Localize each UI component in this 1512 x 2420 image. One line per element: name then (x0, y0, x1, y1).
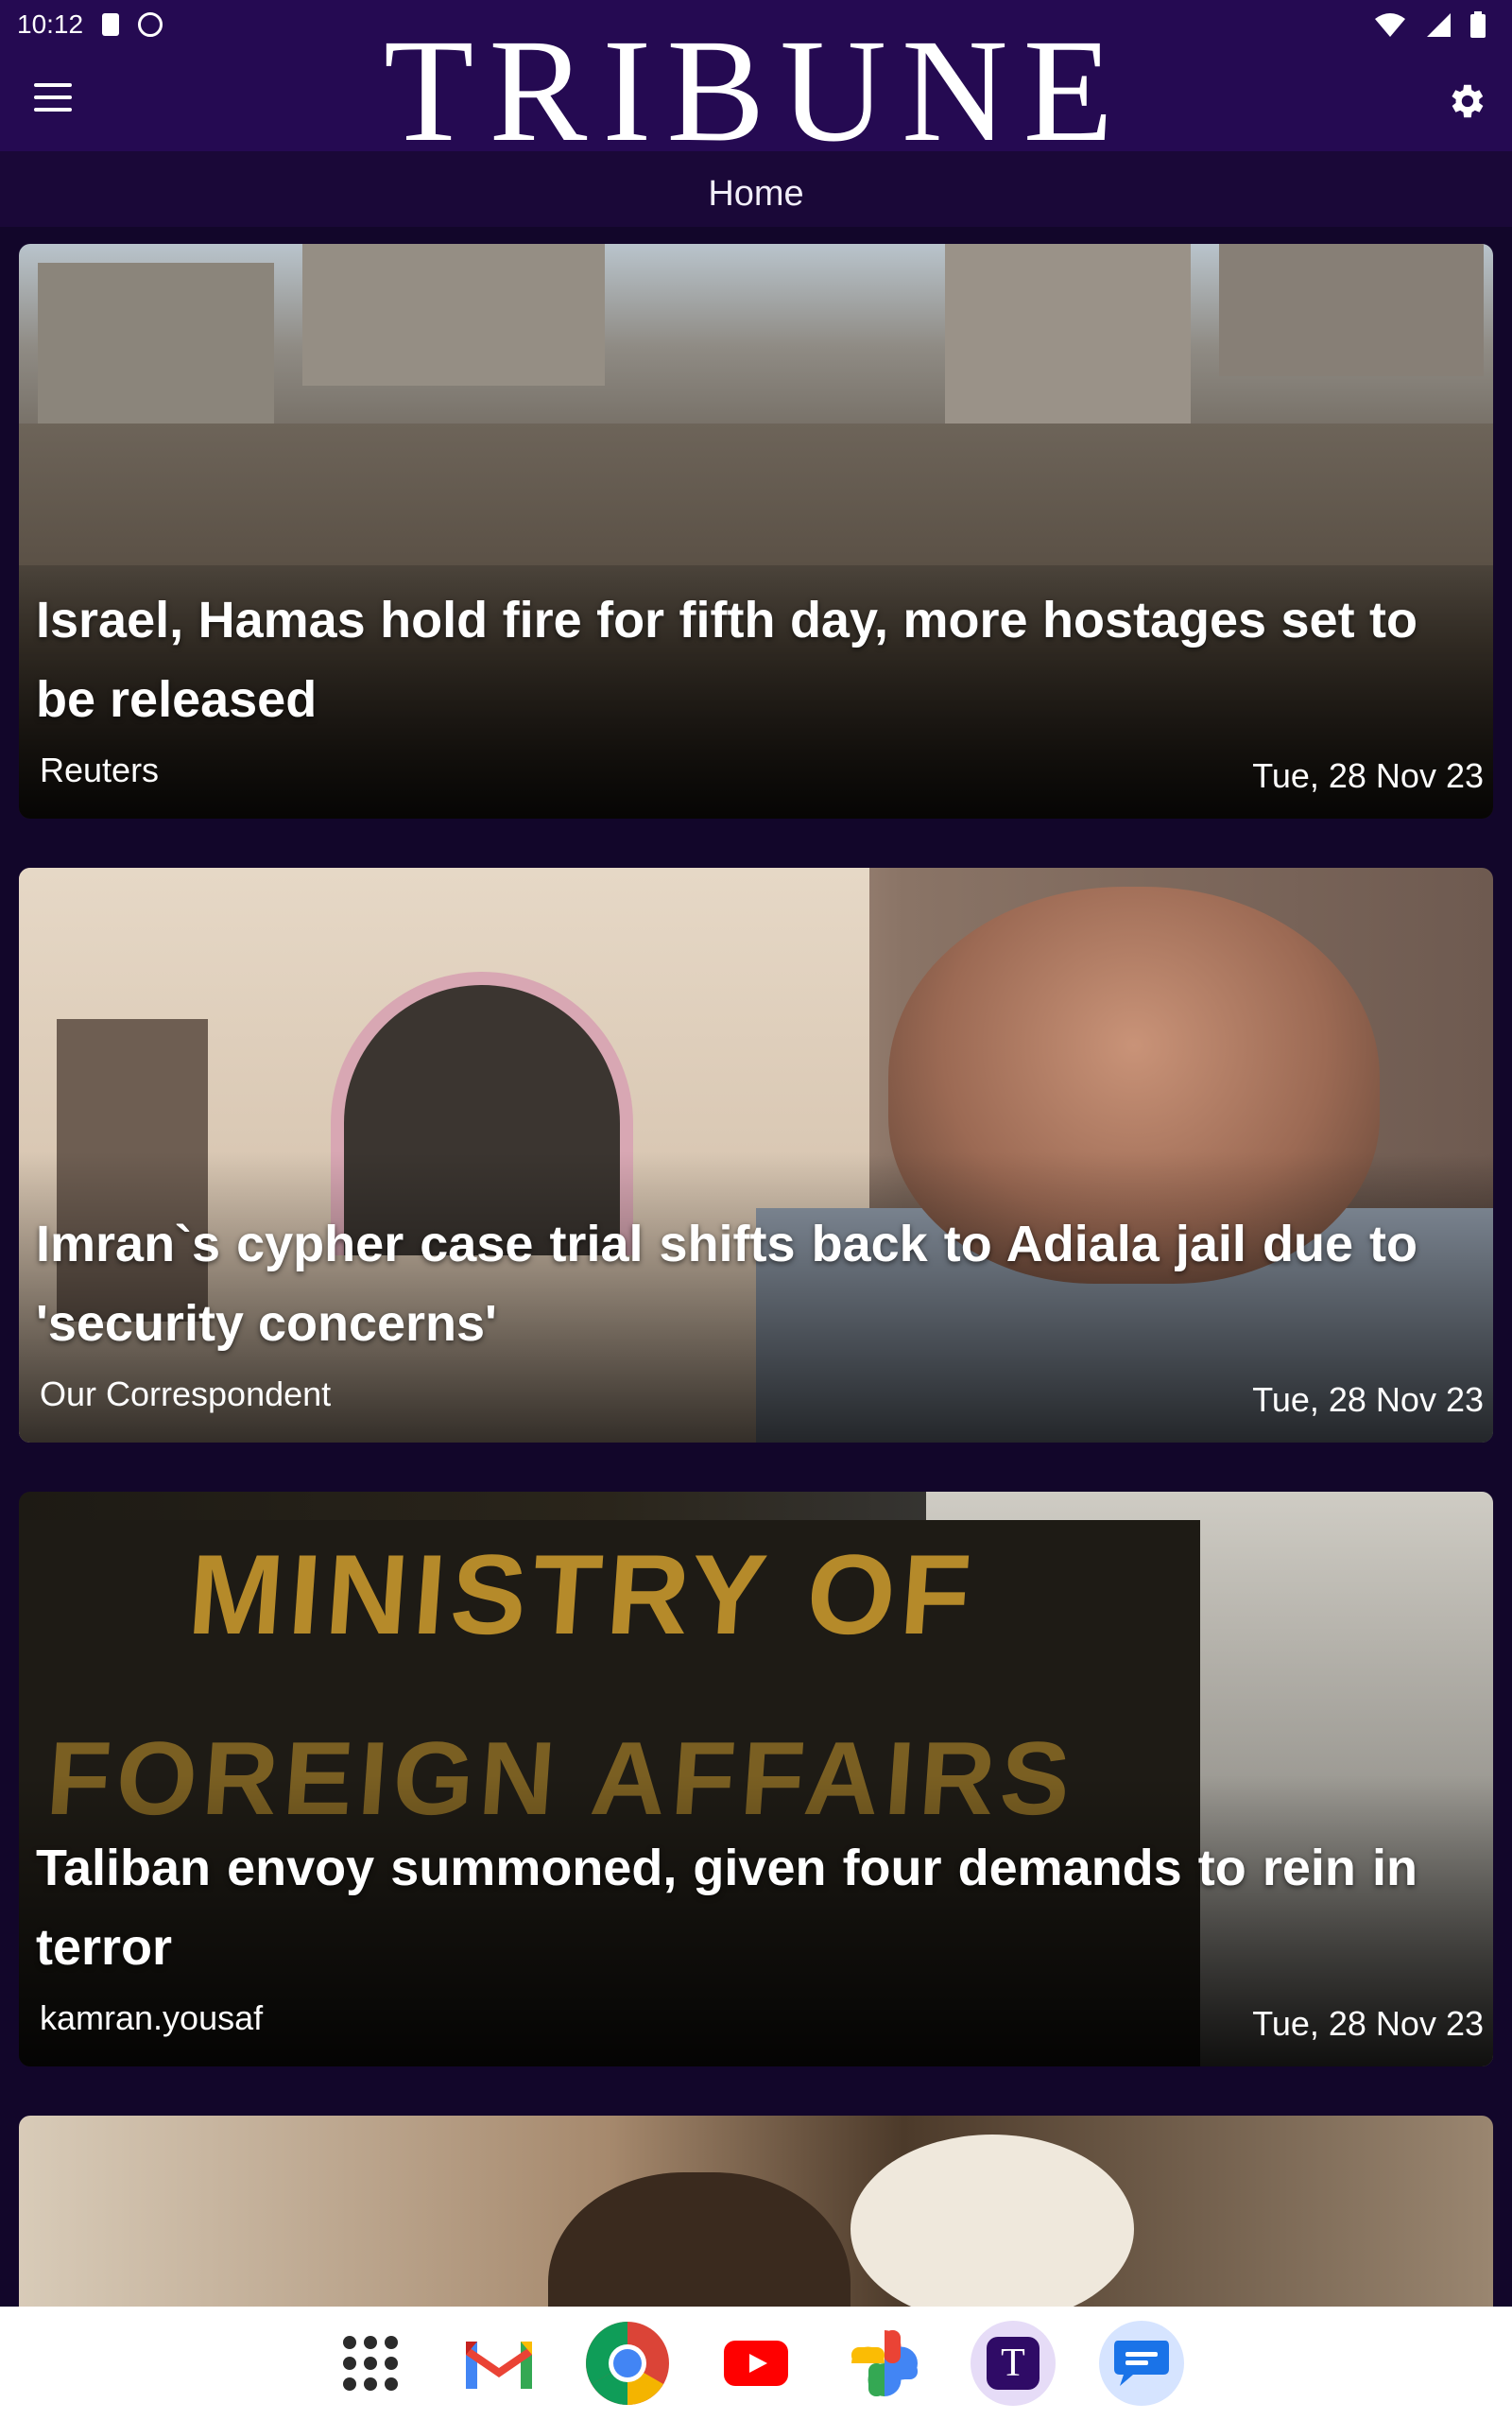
building-shape (1219, 244, 1484, 376)
cap-shape (850, 2135, 1134, 2324)
status-bar: 10:12 (0, 0, 1512, 49)
messages-icon (1114, 2341, 1169, 2386)
signal-icon (1427, 13, 1451, 37)
tribune-app-button[interactable]: T (971, 2321, 1056, 2406)
assistant-icon (138, 12, 163, 37)
article-card[interactable]: Israel, Hamas hold fire for fifth day, m… (19, 244, 1493, 819)
app-dock: T (0, 2307, 1512, 2420)
notification-icon (102, 13, 120, 36)
sign-text: MINISTRY OF (184, 1531, 981, 1658)
settings-gear-icon[interactable] (1444, 79, 1487, 123)
messages-button[interactable] (1099, 2321, 1184, 2406)
article-headline: Imran`s cypher case trial shifts back to… (36, 1216, 1418, 1352)
tribune-icon: T (987, 2337, 1040, 2390)
wifi-icon (1375, 13, 1405, 37)
article-source: Our Correspondent (40, 1374, 332, 1413)
article-date: Tue, 28 Nov 23 (1252, 1380, 1484, 1419)
building-shape (945, 244, 1191, 424)
article-headline: Israel, Hamas hold fire for fifth day, m… (36, 592, 1418, 728)
article-date: Tue, 28 Nov 23 (1252, 2004, 1484, 2043)
youtube-button[interactable] (713, 2321, 799, 2406)
screen: 10:12 TRIBUNE Home Israel, Hamas hold fi… (0, 0, 1512, 2420)
chrome-button[interactable] (585, 2321, 670, 2406)
section-title: Home (708, 174, 804, 214)
gmail-button[interactable] (456, 2321, 541, 2406)
youtube-icon (724, 2341, 788, 2386)
app-drawer-button[interactable] (328, 2321, 413, 2406)
article-source: kamran.yousaf (40, 1998, 264, 2037)
gmail-icon (466, 2342, 532, 2389)
building-shape (302, 244, 605, 386)
status-left: 10:12 (17, 9, 163, 40)
photos-button[interactable] (842, 2321, 927, 2406)
article-headline: Taliban envoy summoned, given four deman… (36, 1840, 1418, 1976)
photos-icon (851, 2330, 918, 2396)
article-card[interactable]: Imran`s cypher case trial shifts back to… (19, 868, 1493, 1443)
battery-icon (1470, 11, 1486, 38)
app-drawer-icon (343, 2336, 398, 2391)
article-card[interactable]: MINISTRY OF FOREIGN AFFAIRS Taliban envo… (19, 1492, 1493, 2066)
article-source: Reuters (40, 751, 160, 789)
chrome-icon (586, 2322, 669, 2405)
status-right (1374, 11, 1486, 38)
rubble-shape (19, 424, 1493, 565)
article-date: Tue, 28 Nov 23 (1252, 756, 1484, 795)
building-shape (38, 263, 274, 424)
status-time: 10:12 (17, 9, 84, 39)
